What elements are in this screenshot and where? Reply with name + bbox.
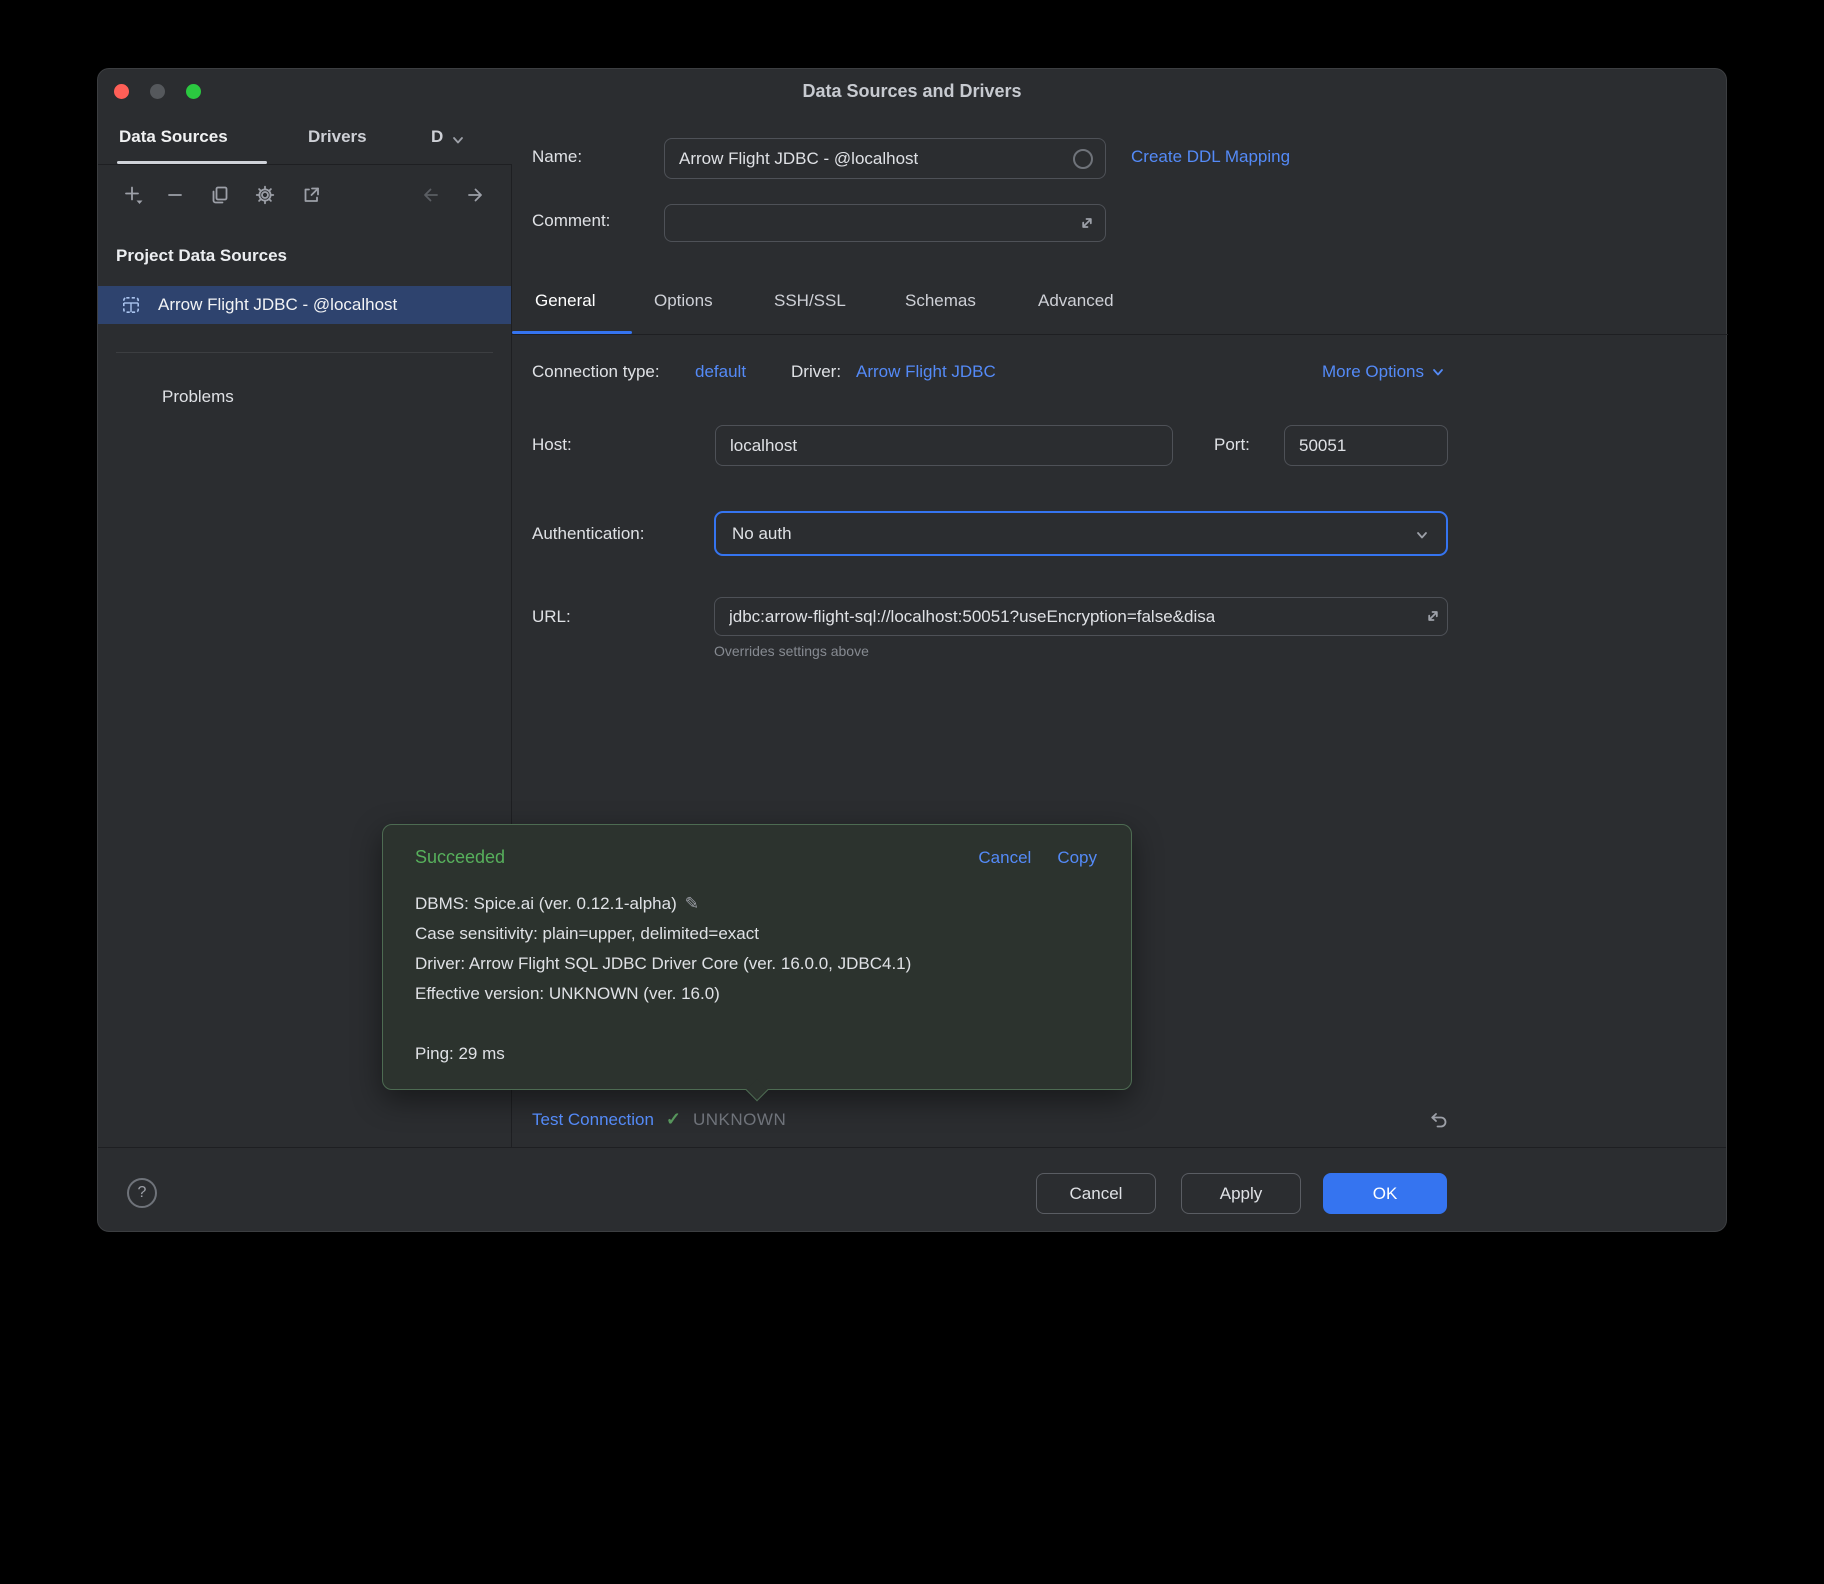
tab-drivers[interactable]: Drivers (308, 127, 367, 147)
active-form-tab-underline (512, 331, 632, 334)
driver-label: Driver: (791, 362, 841, 382)
tab-schemas[interactable]: Schemas (905, 291, 976, 311)
chevron-down-icon (1430, 364, 1446, 380)
sidebar-list-divider (116, 352, 493, 353)
data-source-icon (122, 296, 140, 314)
authentication-select[interactable]: No auth (714, 511, 1448, 556)
open-in-new-icon[interactable] (301, 185, 321, 205)
duplicate-icon[interactable] (210, 185, 230, 205)
host-input[interactable]: localhost (715, 425, 1173, 466)
chevron-down-icon (1414, 527, 1430, 543)
popup-line-driver: Driver: Arrow Flight SQL JDBC Driver Cor… (415, 949, 1099, 979)
test-connection-row: Test Connection ✓ UNKNOWN (532, 1109, 786, 1130)
check-icon: ✓ (666, 1109, 681, 1130)
sidebar-tabs-divider (98, 164, 511, 165)
tab-general[interactable]: General (535, 291, 595, 311)
help-button[interactable]: ? (127, 1178, 157, 1208)
connection-type-label: Connection type: (532, 362, 660, 382)
host-label: Host: (532, 435, 572, 455)
driver-value-link[interactable]: Arrow Flight JDBC (856, 362, 996, 382)
gear-icon[interactable] (255, 185, 275, 205)
revert-icon[interactable] (1428, 1109, 1448, 1129)
popup-details: DBMS: Spice.ai (ver. 0.12.1-alpha) ✎ Case… (415, 889, 1099, 1069)
footer-divider (98, 1147, 1726, 1148)
popup-cancel-link[interactable]: Cancel (978, 848, 1031, 868)
popup-line-ping: Ping: 29 ms (415, 1039, 1099, 1069)
comment-label: Comment: (532, 211, 610, 231)
question-icon: ? (138, 1184, 147, 1202)
forward-arrow-icon[interactable] (465, 185, 485, 205)
popup-copy-link[interactable]: Copy (1057, 848, 1097, 868)
port-value: 50051 (1299, 436, 1346, 456)
popup-line-effective: Effective version: UNKNOWN (ver. 16.0) (415, 979, 1099, 1009)
comment-input[interactable] (664, 204, 1106, 242)
host-value: localhost (730, 436, 797, 456)
popup-notch (746, 1079, 769, 1102)
popup-line-case: Case sensitivity: plain=upper, delimited… (415, 919, 1099, 949)
create-ddl-mapping-link[interactable]: Create DDL Mapping (1131, 147, 1290, 167)
add-icon[interactable] (124, 185, 144, 205)
data-source-item-label: Arrow Flight JDBC - @localhost (158, 295, 397, 315)
url-hint: Overrides settings above (714, 643, 869, 659)
popup-line-blank (415, 1009, 1099, 1039)
remove-icon[interactable] (165, 185, 185, 205)
port-input[interactable]: 50051 (1284, 425, 1448, 466)
url-input[interactable]: jdbc:arrow-flight-sql://localhost:50051?… (714, 597, 1448, 636)
more-options-link[interactable]: More Options (1322, 362, 1446, 382)
url-value: jdbc:arrow-flight-sql://localhost:50051?… (729, 607, 1215, 627)
section-project-data-sources: Project Data Sources (116, 246, 287, 266)
expand-editor-icon[interactable] (1079, 215, 1095, 231)
popup-status: Succeeded (415, 847, 505, 868)
expand-editor-icon[interactable] (1425, 608, 1441, 624)
tab-options[interactable]: Options (654, 291, 713, 311)
popup-line-dbms: DBMS: Spice.ai (ver. 0.12.1-alpha) ✎ (415, 889, 1099, 919)
test-status: UNKNOWN (693, 1110, 786, 1130)
circle-indicator-icon (1073, 149, 1093, 169)
name-input[interactable]: Arrow Flight JDBC - @localhost (664, 138, 1106, 179)
cancel-button[interactable]: Cancel (1036, 1173, 1156, 1214)
name-value: Arrow Flight JDBC - @localhost (679, 149, 918, 169)
tab-ddl-truncated[interactable]: D (431, 127, 443, 147)
form-tabs-divider (511, 334, 1728, 335)
apply-button[interactable]: Apply (1181, 1173, 1301, 1214)
data-source-item-selected[interactable]: Arrow Flight JDBC - @localhost (98, 286, 511, 324)
url-label: URL: (532, 607, 571, 627)
data-sources-dialog: Data Sources and Drivers Data Sources Dr… (97, 68, 1727, 1232)
screen: { "window": { "title": "Data Sources and… (0, 0, 1824, 1584)
tab-advanced[interactable]: Advanced (1038, 291, 1114, 311)
chevron-down-icon[interactable] (450, 132, 466, 148)
authentication-label: Authentication: (532, 524, 644, 544)
name-label: Name: (532, 147, 582, 167)
window-title: Data Sources and Drivers (98, 81, 1726, 102)
tab-data-sources[interactable]: Data Sources (119, 127, 228, 147)
popup-line-dbms-text: DBMS: Spice.ai (ver. 0.12.1-alpha) (415, 894, 677, 913)
port-label: Port: (1214, 435, 1250, 455)
back-arrow-icon[interactable] (421, 185, 441, 205)
test-connection-result-popup: Succeeded Cancel Copy DBMS: Spice.ai (ve… (382, 824, 1132, 1090)
edit-pencil-icon[interactable]: ✎ (685, 894, 699, 913)
test-connection-link[interactable]: Test Connection (532, 1110, 654, 1130)
connection-type-value-link[interactable]: default (695, 362, 746, 382)
authentication-value: No auth (732, 524, 792, 544)
sidebar-item-problems[interactable]: Problems (162, 387, 234, 407)
more-options-label: More Options (1322, 362, 1424, 382)
ok-button[interactable]: OK (1323, 1173, 1447, 1214)
tab-ssh-ssl[interactable]: SSH/SSL (774, 291, 846, 311)
